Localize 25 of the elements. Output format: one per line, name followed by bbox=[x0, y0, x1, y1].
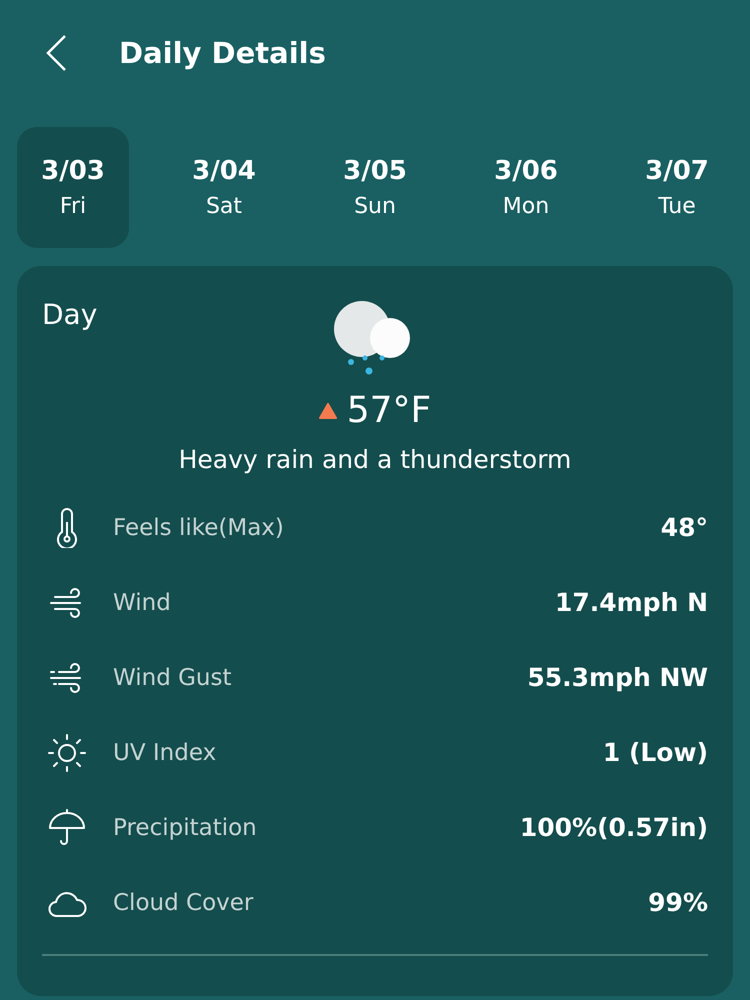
detail-label: Feels like(Max) bbox=[113, 514, 285, 540]
day-tab[interactable]: 3/06 Mon bbox=[470, 127, 582, 248]
condition-text: Heavy rain and a thunderstorm bbox=[178, 445, 572, 474]
detail-value: 99% bbox=[648, 888, 708, 917]
detail-value: 100%(0.57in) bbox=[520, 813, 708, 842]
day-tab[interactable]: 3/03 Fri bbox=[17, 127, 129, 248]
detail-label: Wind Gust bbox=[113, 664, 233, 690]
umbrella-icon bbox=[47, 808, 87, 848]
period-label: Day bbox=[42, 298, 98, 331]
detail-label: Precipitation bbox=[113, 814, 258, 840]
triangle-icon bbox=[318, 402, 337, 418]
temperature: 57°F bbox=[346, 390, 432, 431]
detail-label: Wind bbox=[113, 590, 172, 616]
day-tab[interactable]: 3/05 Sun bbox=[319, 127, 431, 248]
detail-value: 48° bbox=[660, 513, 708, 542]
day-tab[interactable]: 3/04 Sat bbox=[168, 127, 280, 248]
detail-label: Cloud Cover bbox=[113, 890, 254, 916]
page-title: Daily Details bbox=[119, 36, 326, 70]
day-tab[interactable]: 3/07 Tue bbox=[621, 127, 733, 248]
detail-label: UV Index bbox=[113, 740, 218, 766]
detail-value: 55.3mph NW bbox=[527, 663, 708, 692]
sun-icon bbox=[47, 732, 87, 772]
back-icon[interactable] bbox=[45, 34, 67, 72]
detail-value: 1 (Low) bbox=[602, 738, 708, 767]
detail-value: 17.4mph N bbox=[554, 588, 708, 617]
